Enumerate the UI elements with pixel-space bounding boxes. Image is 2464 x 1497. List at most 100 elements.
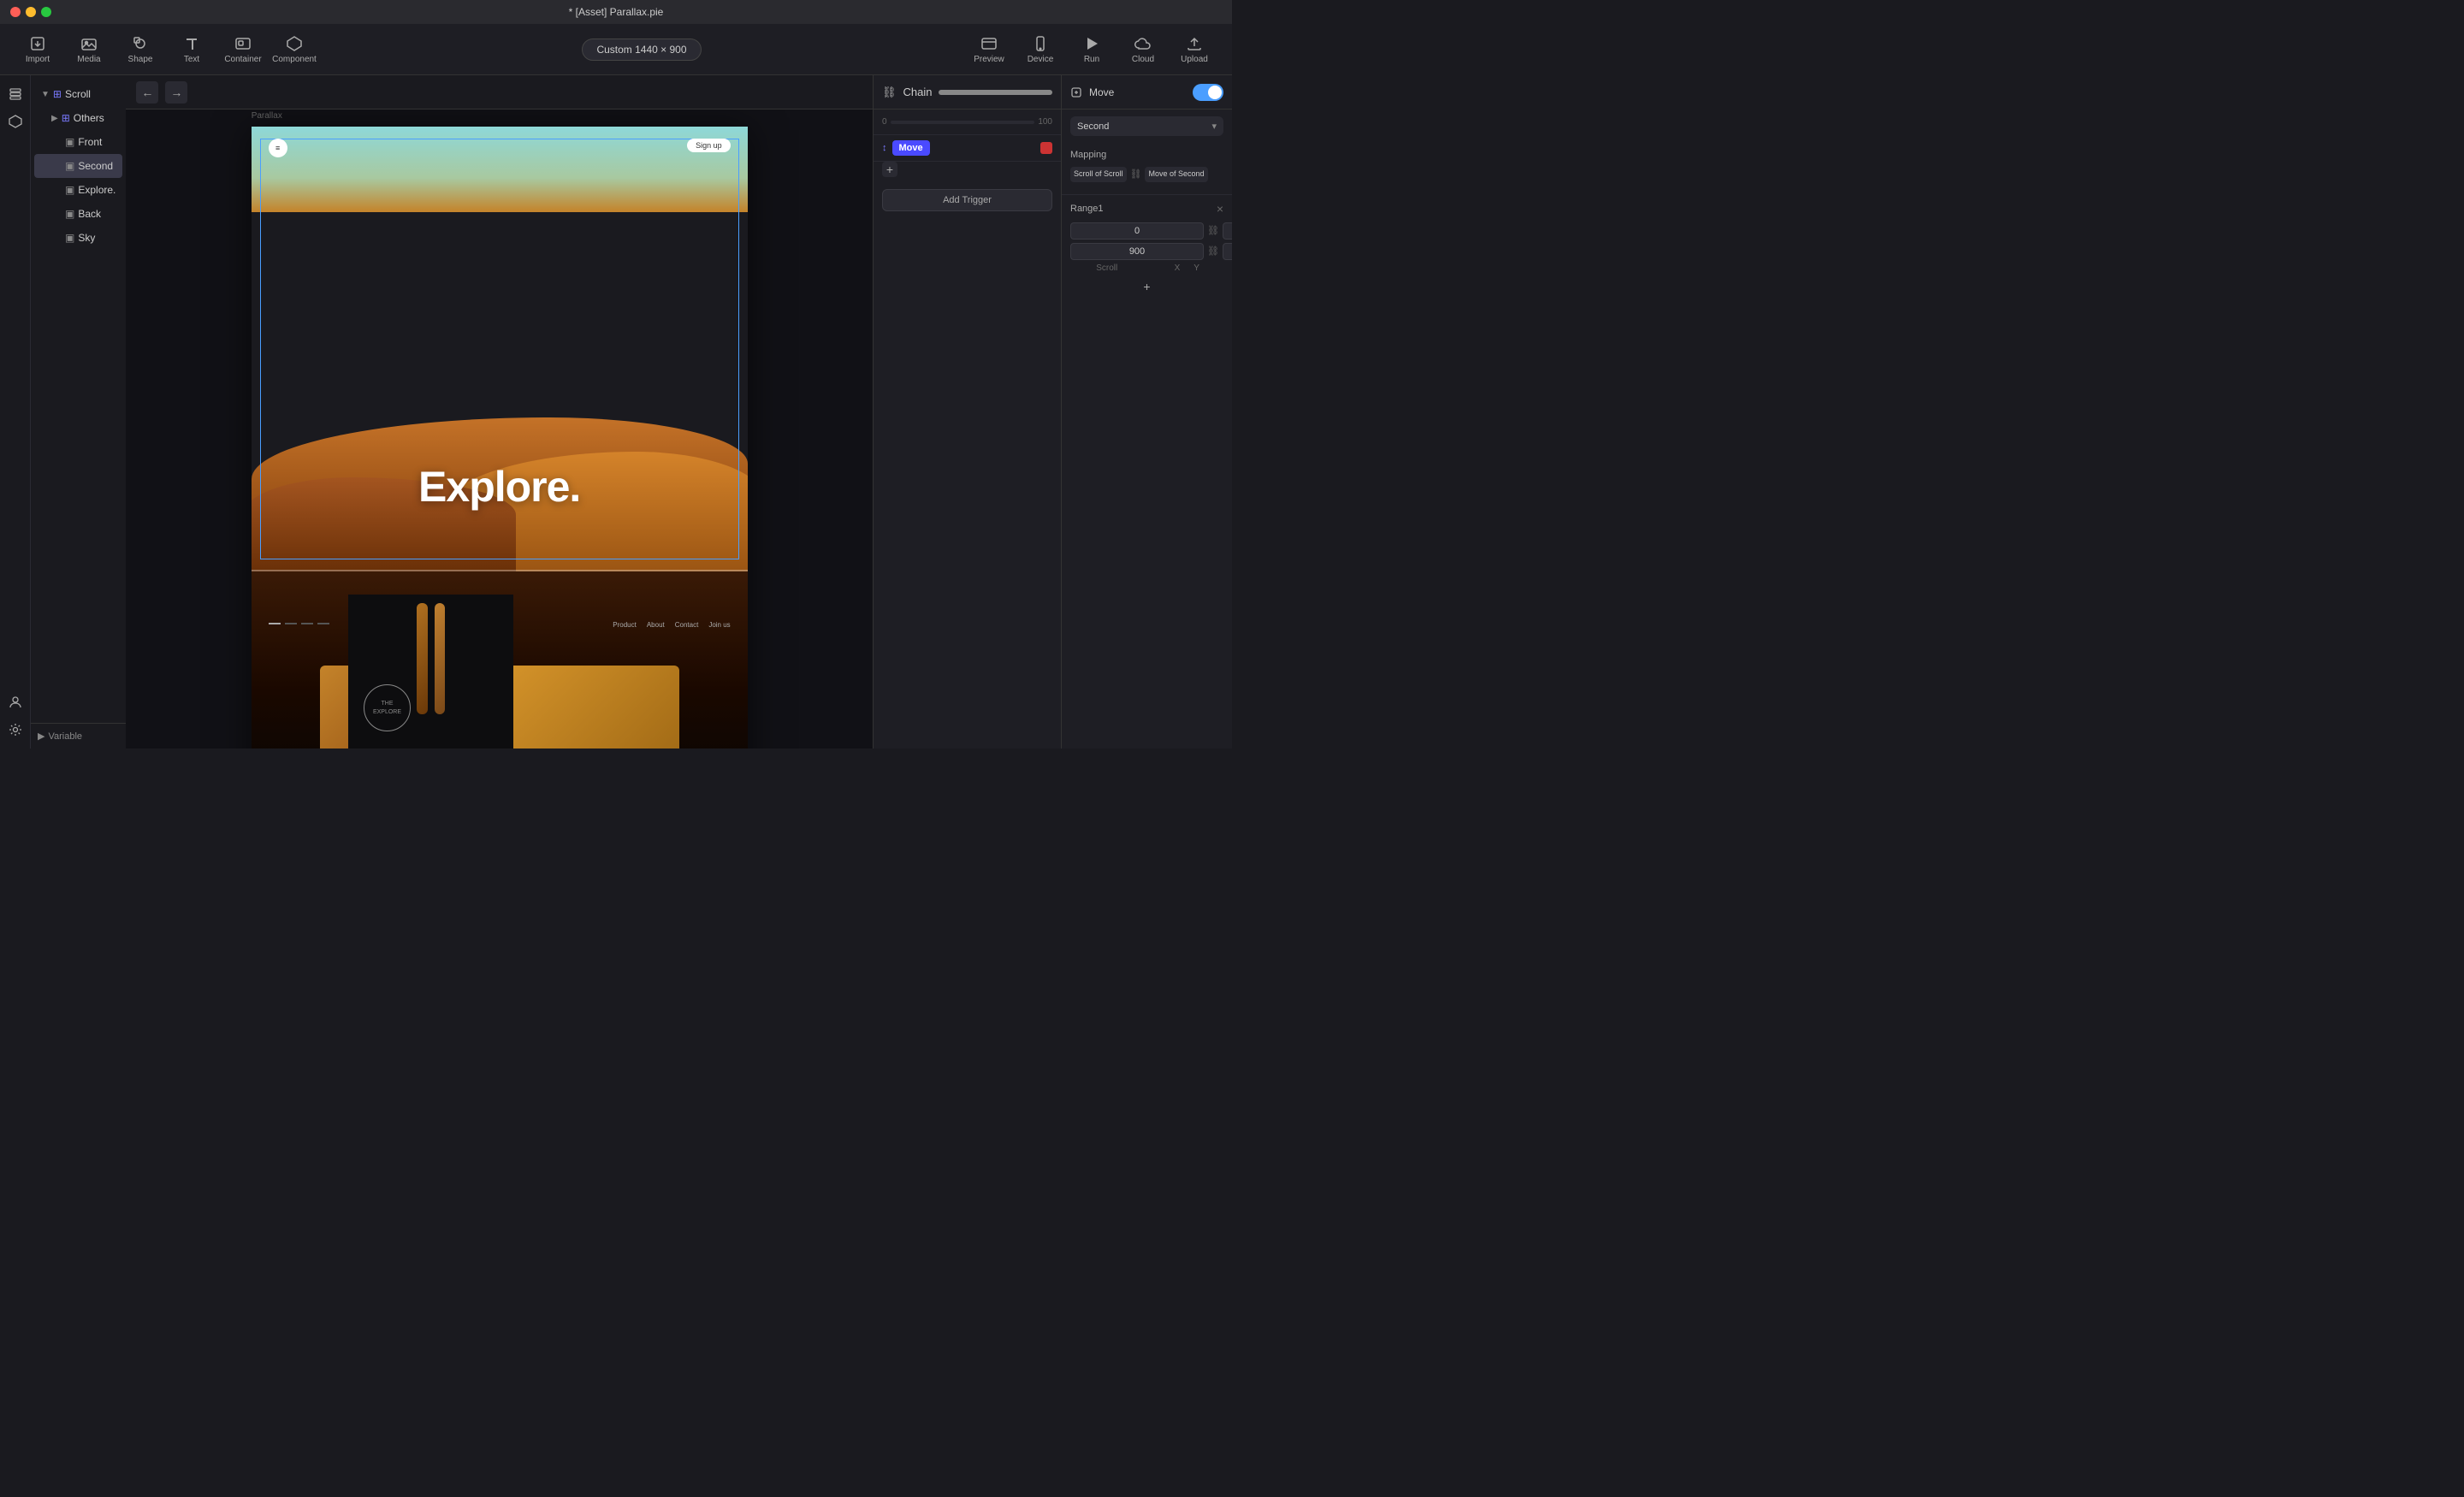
- move-panel-icon: [1070, 86, 1082, 98]
- layer-tree: ▼ ⊞ Scroll ▶ ⊞ Others ▣ Front ▣: [31, 75, 126, 723]
- second-selector[interactable]: Second ▾: [1070, 116, 1223, 136]
- scroll-col: Scroll of Scroll: [1070, 167, 1127, 182]
- layers-icon-btn[interactable]: [3, 82, 27, 106]
- window-title: * [Asset] Parallax.pie: [569, 6, 664, 18]
- move-toggle[interactable]: [1193, 84, 1223, 101]
- add-trigger-button[interactable]: Add Trigger: [882, 189, 1052, 211]
- component-button[interactable]: Component: [270, 28, 318, 71]
- nav-product[interactable]: Product: [613, 621, 637, 629]
- sidebar-icon-strip: [0, 75, 31, 748]
- titlebar: * [Asset] Parallax.pie: [0, 0, 1232, 24]
- minimize-button[interactable]: [26, 7, 36, 17]
- preview-icon: [980, 35, 998, 52]
- move-second-col: Move of Second: [1145, 167, 1207, 182]
- upload-icon: [1186, 35, 1203, 52]
- move-panel: Move Second ▾ Mapping Scroll of Scroll ⛓…: [1061, 75, 1232, 748]
- text-button[interactable]: Text: [168, 28, 216, 71]
- range-labels: Scroll X Y: [1070, 263, 1223, 273]
- link-icon: ⛓: [1130, 169, 1142, 180]
- nav-forward-button[interactable]: →: [165, 81, 187, 104]
- circle-stamp: THEEXPLORE: [364, 684, 411, 731]
- move-color-indicator: [1040, 142, 1052, 154]
- move-panel-title: Move: [1089, 86, 1114, 98]
- mapping-scroll-row: Scroll of Scroll ⛓ Move of Second: [1070, 167, 1223, 182]
- import-button[interactable]: Import: [14, 28, 62, 71]
- layer-explore[interactable]: ▣ Explore.: [34, 178, 122, 202]
- range-close-button[interactable]: ×: [1217, 202, 1223, 216]
- canvas-label: Parallax: [252, 111, 282, 121]
- timeline-bar: [891, 121, 1035, 124]
- nav-joinus[interactable]: Join us: [708, 621, 730, 629]
- close-button[interactable]: [10, 7, 21, 17]
- canvas-toolbar: ← →: [126, 75, 873, 109]
- toolbar-center: Custom 1440 × 900: [322, 38, 962, 61]
- cloud-icon: [1134, 35, 1152, 52]
- maximize-button[interactable]: [41, 7, 51, 17]
- window-controls: [10, 7, 51, 17]
- chain-icon: ⛓: [882, 86, 897, 99]
- range-y-to[interactable]: [1223, 243, 1232, 260]
- device-icon: [1032, 35, 1049, 52]
- chain-timeline: 0 100: [874, 109, 1061, 135]
- user-icon-btn[interactable]: [3, 690, 27, 714]
- chain-bar: [939, 90, 1052, 95]
- move-header: Move: [1062, 75, 1232, 109]
- canvas-content[interactable]: Parallax ≡ Sign up: [126, 109, 873, 748]
- viewport-selector[interactable]: Custom 1440 × 900: [582, 38, 701, 61]
- device-button[interactable]: Device: [1016, 28, 1064, 71]
- move-trigger-row: ↕ Move: [874, 135, 1061, 162]
- range-x-to[interactable]: [1223, 222, 1232, 240]
- main-area: ▼ ⊞ Scroll ▶ ⊞ Others ▣ Front ▣: [0, 75, 1232, 748]
- range-row-2: ⛓: [1070, 243, 1223, 260]
- container-icon: [234, 35, 252, 52]
- layer-front[interactable]: ▣ Front: [34, 130, 122, 154]
- chain-title: Chain: [903, 86, 933, 98]
- layer-sky[interactable]: ▣ Sky: [34, 226, 122, 250]
- layer-back[interactable]: ▣ Back: [34, 202, 122, 226]
- section-separator: [252, 570, 748, 571]
- toolbar-right: Preview Device Run Cloud U: [965, 28, 1218, 71]
- layer-panel: ▼ ⊞ Scroll ▶ ⊞ Others ▣ Front ▣: [31, 75, 126, 748]
- preview-button[interactable]: Preview: [965, 28, 1013, 71]
- explore-text: Explore.: [252, 462, 748, 512]
- components-icon-btn[interactable]: [3, 109, 27, 133]
- run-button[interactable]: Run: [1068, 28, 1116, 71]
- shape-button[interactable]: Shape: [116, 28, 164, 71]
- nav-about[interactable]: About: [647, 621, 665, 629]
- signup-button[interactable]: Sign up: [687, 139, 731, 152]
- nav-back-button[interactable]: ←: [136, 81, 158, 104]
- toolbar: Import Media Shape Text Container Com: [0, 24, 1232, 75]
- settings-icon-btn[interactable]: [3, 718, 27, 742]
- sky-layer: [252, 127, 748, 212]
- add-action-button[interactable]: +: [882, 162, 897, 177]
- add-range-button[interactable]: +: [1070, 280, 1223, 293]
- component-icon: [286, 35, 303, 52]
- layer-others[interactable]: ▶ ⊞ Others: [34, 106, 122, 130]
- photo-3: [417, 603, 427, 714]
- bottom-nav: Product About Contact Join us: [613, 621, 730, 629]
- mapping-section: Mapping Scroll of Scroll ⛓ Move of Secon…: [1062, 143, 1232, 194]
- range-scroll-from[interactable]: [1070, 222, 1204, 240]
- canvas-area: ← → Parallax: [126, 75, 873, 748]
- range-scroll-to[interactable]: [1070, 243, 1204, 260]
- container-button[interactable]: Container: [219, 28, 267, 71]
- hamburger-button[interactable]: ≡: [269, 139, 287, 157]
- move-trigger-icon: ↕: [882, 143, 887, 153]
- upload-button[interactable]: Upload: [1170, 28, 1218, 71]
- layer-scroll[interactable]: ▼ ⊞ Scroll: [34, 82, 122, 106]
- range-header: Range1 ×: [1070, 202, 1223, 216]
- preview-top: ≡ Sign up Explore.: [252, 127, 748, 571]
- photo-4: [435, 603, 445, 714]
- cloud-button[interactable]: Cloud: [1119, 28, 1167, 71]
- mapping-label: Mapping: [1070, 150, 1223, 160]
- canvas-overflow-bottom: THEEXPLORE: [348, 595, 513, 748]
- nav-contact[interactable]: Contact: [675, 621, 699, 629]
- move-label-button[interactable]: Move: [892, 140, 930, 156]
- media-icon: [80, 35, 98, 52]
- run-icon: [1083, 35, 1100, 52]
- layer-second[interactable]: ▣ Second: [34, 154, 122, 178]
- import-icon: [29, 35, 46, 52]
- range-row-1: ⛓: [1070, 222, 1223, 240]
- media-button[interactable]: Media: [65, 28, 113, 71]
- variable-row[interactable]: ▶ Variable: [38, 731, 119, 742]
